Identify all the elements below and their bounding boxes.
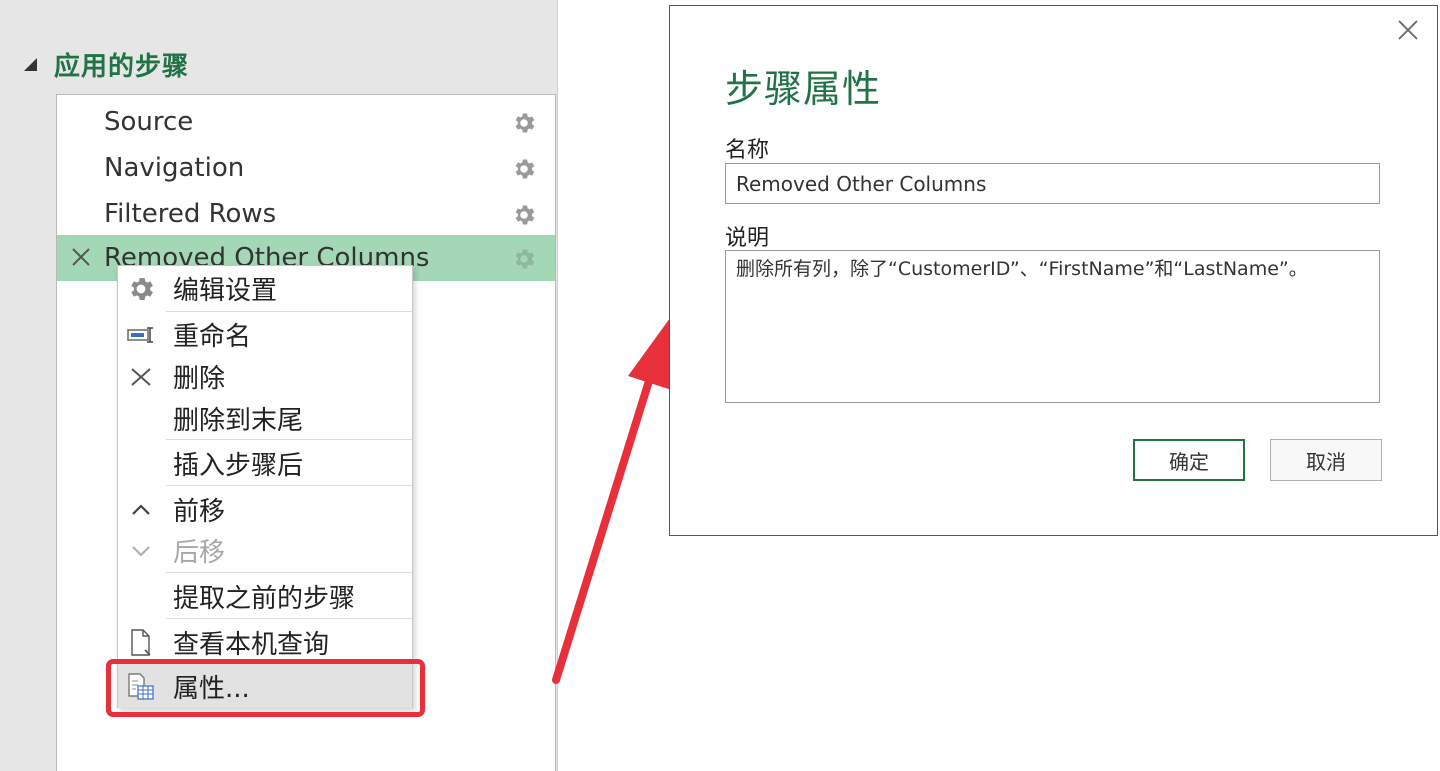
menu-item-label: 删除到末尾 — [173, 406, 304, 436]
properties-highlight-box — [106, 659, 425, 717]
menu-item-delete[interactable]: 删除 — [118, 354, 412, 398]
chevron-up-icon — [132, 504, 150, 515]
step-item-source[interactable]: Source — [57, 99, 555, 145]
collapse-triangle-icon[interactable] — [22, 56, 38, 72]
menu-item-view-native-query[interactable]: 查看本机查询 — [118, 620, 412, 664]
delete-step-x-icon[interactable] — [69, 245, 93, 269]
applied-steps-title: 应用的步骤 — [54, 51, 190, 82]
step-item-filtered-rows[interactable]: Filtered Rows — [57, 191, 555, 237]
menu-separator — [166, 618, 412, 619]
menu-item-label: 重命名 — [173, 322, 252, 352]
step-context-menu: 编辑设置 重命名 删除 删除到末尾 插入步骤后 前移 后移 提取之前的步骤 查看… — [117, 265, 413, 708]
step-item-navigation[interactable]: Navigation — [57, 145, 555, 191]
rename-icon — [127, 327, 153, 343]
menu-item-rename[interactable]: 重命名 — [118, 312, 412, 356]
menu-separator — [166, 485, 412, 486]
step-description-textarea[interactable]: 删除所有列，除了“CustomerID”、“FirstName”和“LastNa… — [725, 250, 1380, 403]
gear-icon[interactable] — [511, 246, 537, 272]
menu-item-label: 编辑设置 — [173, 276, 278, 306]
step-label: Filtered Rows — [104, 199, 277, 229]
menu-item-label: 后移 — [173, 538, 226, 568]
document-icon — [131, 629, 151, 656]
step-properties-dialog: 步骤属性 名称 说明 删除所有列，除了“CustomerID”、“FirstNa… — [669, 5, 1438, 536]
menu-item-delete-until-end[interactable]: 删除到末尾 — [118, 396, 412, 440]
cancel-button[interactable]: 取消 — [1270, 439, 1382, 481]
menu-item-label: 插入步骤后 — [173, 451, 304, 481]
menu-item-insert-step-after[interactable]: 插入步骤后 — [118, 441, 412, 485]
menu-item-extract-previous[interactable]: 提取之前的步骤 — [118, 574, 412, 618]
menu-item-move-up[interactable]: 前移 — [118, 487, 412, 531]
menu-separator — [166, 439, 412, 440]
gear-icon[interactable] — [511, 202, 537, 228]
applied-steps-header[interactable]: 应用的步骤 — [22, 44, 189, 84]
step-name-input[interactable] — [725, 163, 1380, 204]
name-label: 名称 — [725, 138, 770, 163]
delete-x-icon — [131, 368, 151, 386]
menu-item-move-down[interactable]: 后移 — [118, 528, 412, 572]
chevron-down-icon — [132, 546, 150, 557]
menu-item-edit-settings[interactable]: 编辑设置 — [118, 266, 412, 310]
gear-icon[interactable] — [511, 110, 537, 136]
step-label: Navigation — [104, 153, 245, 183]
close-icon[interactable] — [1396, 18, 1420, 42]
description-label: 说明 — [725, 226, 770, 251]
red-arrow-annotation — [552, 318, 678, 684]
step-label: Source — [104, 107, 194, 137]
menu-item-label: 查看本机查询 — [173, 630, 330, 660]
menu-item-label: 前移 — [173, 497, 226, 527]
menu-separator — [166, 572, 412, 573]
ok-button[interactable]: 确定 — [1133, 439, 1245, 481]
menu-item-label: 提取之前的步骤 — [173, 584, 356, 614]
menu-item-label: 删除 — [173, 364, 226, 394]
gear-icon — [131, 278, 153, 300]
dialog-title: 步骤属性 — [725, 67, 882, 111]
gear-icon[interactable] — [511, 156, 537, 182]
